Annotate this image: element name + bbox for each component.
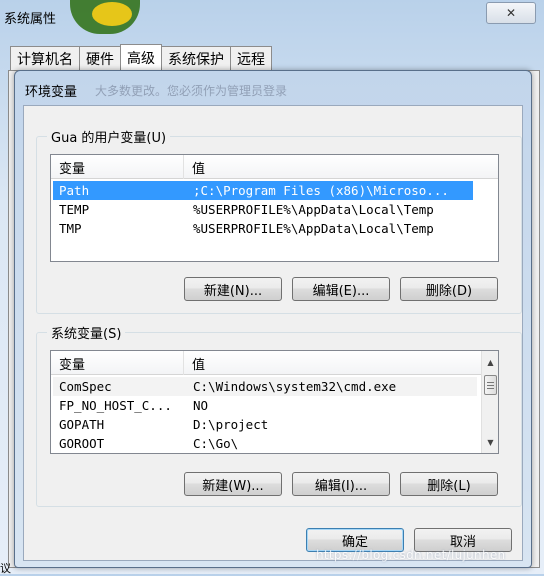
table-row[interactable]: GOPATH D:\project <box>53 415 477 434</box>
column-header-variable[interactable]: 变量 <box>51 351 184 375</box>
table-row[interactable]: TMP %USERPROFILE%\AppData\Local\Temp <box>53 219 473 238</box>
variable-value: %USERPROFILE%\AppData\Local\Temp <box>193 202 434 217</box>
background-artifact-yellow <box>92 2 132 26</box>
watermark: https://blog.csdn.net/lujunhen <box>316 548 506 562</box>
variable-value: D:\project <box>193 417 269 432</box>
variable-name: TEMP <box>59 202 90 217</box>
close-icon: ✕ <box>505 6 517 20</box>
table-row[interactable]: GOROOT C:\Go\ <box>53 434 477 453</box>
variable-value: C:\Windows\system32\cmd.exe <box>193 379 397 394</box>
list-header: 变量 值 <box>51 351 498 375</box>
tab-remote[interactable]: 远程 <box>230 46 272 70</box>
tab-computer-name[interactable]: 计算机名 <box>10 46 80 70</box>
user-variables-list[interactable]: 变量 值 Path ;C:\Program Files (x86)\Micros… <box>50 154 499 262</box>
tab-advanced[interactable]: 高级 <box>120 44 162 71</box>
user-variables-label: Gua 的用户变量(U) <box>47 127 171 146</box>
variable-value: %USERPROFILE%\AppData\Local\Temp <box>193 221 434 236</box>
variable-name: ComSpec <box>59 379 112 394</box>
table-row[interactable]: Path ;C:\Program Files (x86)\Microso... <box>53 181 473 200</box>
list-header: 变量 值 <box>51 155 498 179</box>
user-new-button[interactable]: 新建(N)... <box>184 277 282 301</box>
tab-system-protection[interactable]: 系统保护 <box>161 46 231 70</box>
variable-name: FP_NO_HOST_C... <box>59 398 172 413</box>
user-edit-button[interactable]: 编辑(E)... <box>292 277 390 301</box>
scrollbar-thumb[interactable] <box>484 375 497 395</box>
variable-name: GOPATH <box>59 417 105 432</box>
close-button[interactable]: ✕ <box>486 2 536 24</box>
background-hint-text: 大多数更改。您必须作为管理员登录 <box>95 84 288 98</box>
user-delete-button[interactable]: 删除(D) <box>400 277 498 301</box>
system-variables-list[interactable]: 变量 值 ComSpec C:\Windows\system32\cmd.exe… <box>50 350 499 454</box>
column-header-variable[interactable]: 变量 <box>51 155 184 179</box>
variable-name: Path <box>59 183 90 198</box>
table-row[interactable]: ComSpec C:\Windows\system32\cmd.exe <box>53 377 477 396</box>
variable-value: C:\Go\ <box>193 436 239 451</box>
column-header-value[interactable]: 值 <box>184 155 498 179</box>
dialog-title: 环境变量 <box>25 85 78 100</box>
scroll-up-icon[interactable]: ▲ <box>482 354 498 371</box>
tab-hardware[interactable]: 硬件 <box>79 46 121 70</box>
column-header-value[interactable]: 值 <box>184 351 498 375</box>
system-variables-label: 系统变量(S) <box>47 323 126 342</box>
window-title: 系统属性 <box>4 12 57 27</box>
system-new-button[interactable]: 新建(W)... <box>184 472 282 496</box>
table-row[interactable]: TEMP %USERPROFILE%\AppData\Local\Temp <box>53 200 473 219</box>
vertical-scrollbar[interactable]: ▲ ▼ <box>481 351 498 453</box>
system-delete-button[interactable]: 删除(L) <box>400 472 498 496</box>
variable-value: ;C:\Program Files (x86)\Microso... <box>193 183 449 198</box>
scroll-down-icon[interactable]: ▼ <box>482 434 498 451</box>
variable-value: NO <box>193 398 209 413</box>
table-row[interactable]: FP_NO_HOST_C... NO <box>53 396 477 415</box>
variable-name: TMP <box>59 221 82 236</box>
variable-name: GOROOT <box>59 436 105 451</box>
system-edit-button[interactable]: 编辑(I)... <box>292 472 390 496</box>
tab-strip: 计算机名 硬件 高级 系统保护 远程 <box>10 44 272 71</box>
